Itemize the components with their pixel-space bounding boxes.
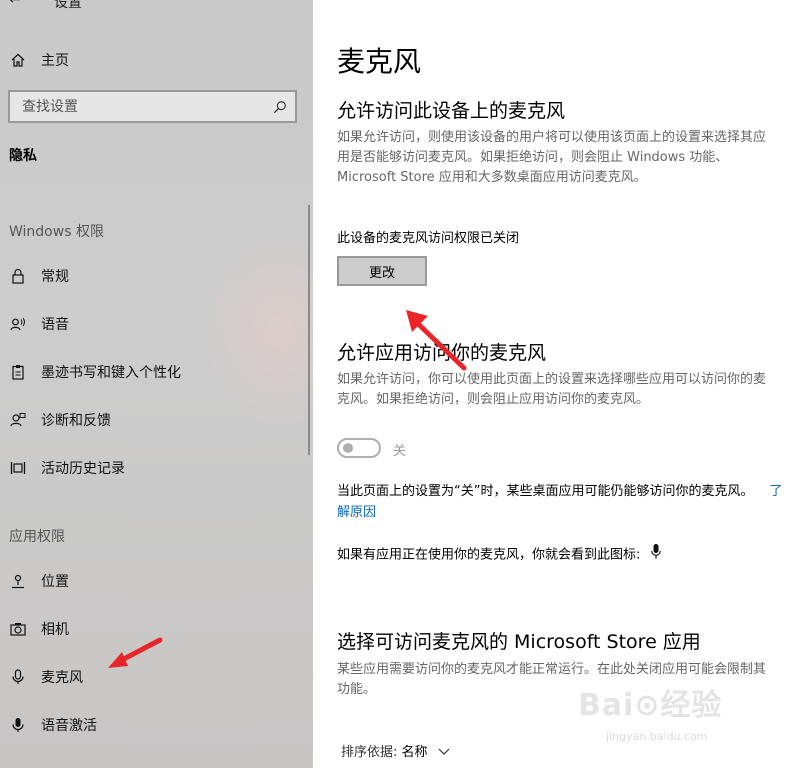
watermark: Bai⊙经验 jingyan.baidu.com: [578, 680, 778, 760]
sort-value[interactable]: 名称: [402, 745, 428, 760]
sidebar-item-label: 麦克风: [41, 670, 83, 686]
sidebar: ← 设置 主页 隐私 Windows 权限 常规 语音 墨迹书写和键入个性化: [0, 0, 313, 768]
desktop-apps-note: 当此页面上的设置为“关”时，某些桌面应用可能仍能够访问你的麦克风。 了解原因: [337, 481, 787, 523]
sidebar-item-diagnostics[interactable]: 诊断和反馈: [0, 400, 300, 440]
sort-label: 排序依据:: [341, 745, 398, 760]
mic-icon-note-text: 如果有应用正在使用你的麦克风，你就会看到此图标:: [337, 547, 641, 563]
app-access-heading: 允许应用访问你的麦克风: [337, 342, 547, 364]
search-input[interactable]: [10, 92, 250, 121]
sidebar-item-location[interactable]: 位置: [0, 561, 300, 601]
sidebar-item-label: 相机: [41, 622, 69, 638]
desktop-apps-note-text: 当此页面上的设置为“关”时，某些桌面应用可能仍能够访问你的麦克风。: [337, 484, 754, 499]
device-access-heading: 允许访问此设备上的麦克风: [337, 100, 566, 122]
sidebar-item-label: 活动历史记录: [41, 461, 125, 477]
sidebar-item-label: 语音激活: [41, 718, 97, 734]
clipboard-icon: [9, 364, 26, 381]
sidebar-item-label: 主页: [41, 53, 69, 69]
search-icon[interactable]: [273, 100, 287, 114]
device-access-description: 如果允许访问，则使用该设备的用户将可以使用该页面上的设置来选择其应用是否能够访问…: [337, 130, 767, 185]
sidebar-scrollbar[interactable]: [308, 205, 310, 455]
voice-activation-icon: [9, 717, 26, 734]
watermark-url: jingyan.baidu.com: [606, 730, 708, 743]
watermark-brand: Bai⊙经验: [578, 688, 723, 723]
search-box[interactable]: [8, 90, 297, 123]
page-title: 麦克风: [337, 45, 422, 78]
microphone-indicator-icon: [650, 544, 661, 566]
store-apps-heading: 选择可访问麦克风的 Microsoft Store 应用: [337, 631, 701, 653]
toggle-state-label: 关: [393, 444, 407, 459]
camera-icon: [9, 621, 26, 638]
sidebar-item-label: 位置: [41, 574, 69, 590]
partial-icon: [9, 765, 26, 768]
location-icon: [9, 573, 26, 590]
sort-control[interactable]: 排序依据: 名称: [341, 741, 450, 760]
sidebar-item-partial[interactable]: [0, 753, 300, 768]
timeline-icon: [9, 460, 26, 477]
sidebar-item-general[interactable]: 常规: [0, 256, 300, 296]
sidebar-item-activity-history[interactable]: 活动历史记录: [0, 448, 300, 488]
group-heading-windows: Windows 权限: [9, 224, 104, 240]
lock-icon: [9, 268, 26, 285]
mic-icon-note: 如果有应用正在使用你的麦克风，你就会看到此图标:: [337, 544, 787, 566]
toggle-knob: [343, 443, 353, 453]
home-icon: [9, 52, 26, 69]
chevron-down-icon[interactable]: [438, 745, 450, 760]
sidebar-item-inking[interactable]: 墨迹书写和键入个性化: [0, 352, 300, 392]
sidebar-item-label: 墨迹书写和键入个性化: [41, 365, 181, 381]
sidebar-item-microphone[interactable]: 麦克风: [0, 657, 300, 697]
sidebar-item-camera[interactable]: 相机: [0, 609, 300, 649]
main-content: 麦克风 允许访问此设备上的麦克风 如果允许访问，则使用该设备的用户将可以使用该页…: [313, 0, 797, 768]
change-button[interactable]: 更改: [337, 256, 427, 286]
sidebar-item-label: 诊断和反馈: [41, 413, 111, 429]
app-access-toggle[interactable]: [337, 438, 381, 458]
sidebar-item-voice-activation[interactable]: 语音激活: [0, 705, 300, 745]
speech-icon: [9, 316, 26, 333]
back-arrow-icon[interactable]: ←: [9, 0, 21, 8]
section-title: 隐私: [9, 148, 37, 164]
title-bar: ← 设置: [0, 0, 313, 12]
window-title: 设置: [54, 0, 82, 11]
sidebar-item-speech[interactable]: 语音: [0, 304, 300, 344]
app-access-description: 如果允许访问，你可以使用此页面上的设置来选择哪些应用可以访问你的麦克风。如果拒绝…: [337, 372, 767, 407]
group-heading-apps: 应用权限: [9, 529, 65, 545]
sidebar-item-home[interactable]: 主页: [0, 40, 300, 80]
device-access-status: 此设备的麦克风访问权限已关闭: [337, 231, 520, 246]
microphone-icon: [9, 669, 26, 686]
sidebar-item-label: 常规: [41, 269, 69, 285]
feedback-icon: [9, 412, 26, 429]
sidebar-item-label: 语音: [41, 317, 69, 333]
